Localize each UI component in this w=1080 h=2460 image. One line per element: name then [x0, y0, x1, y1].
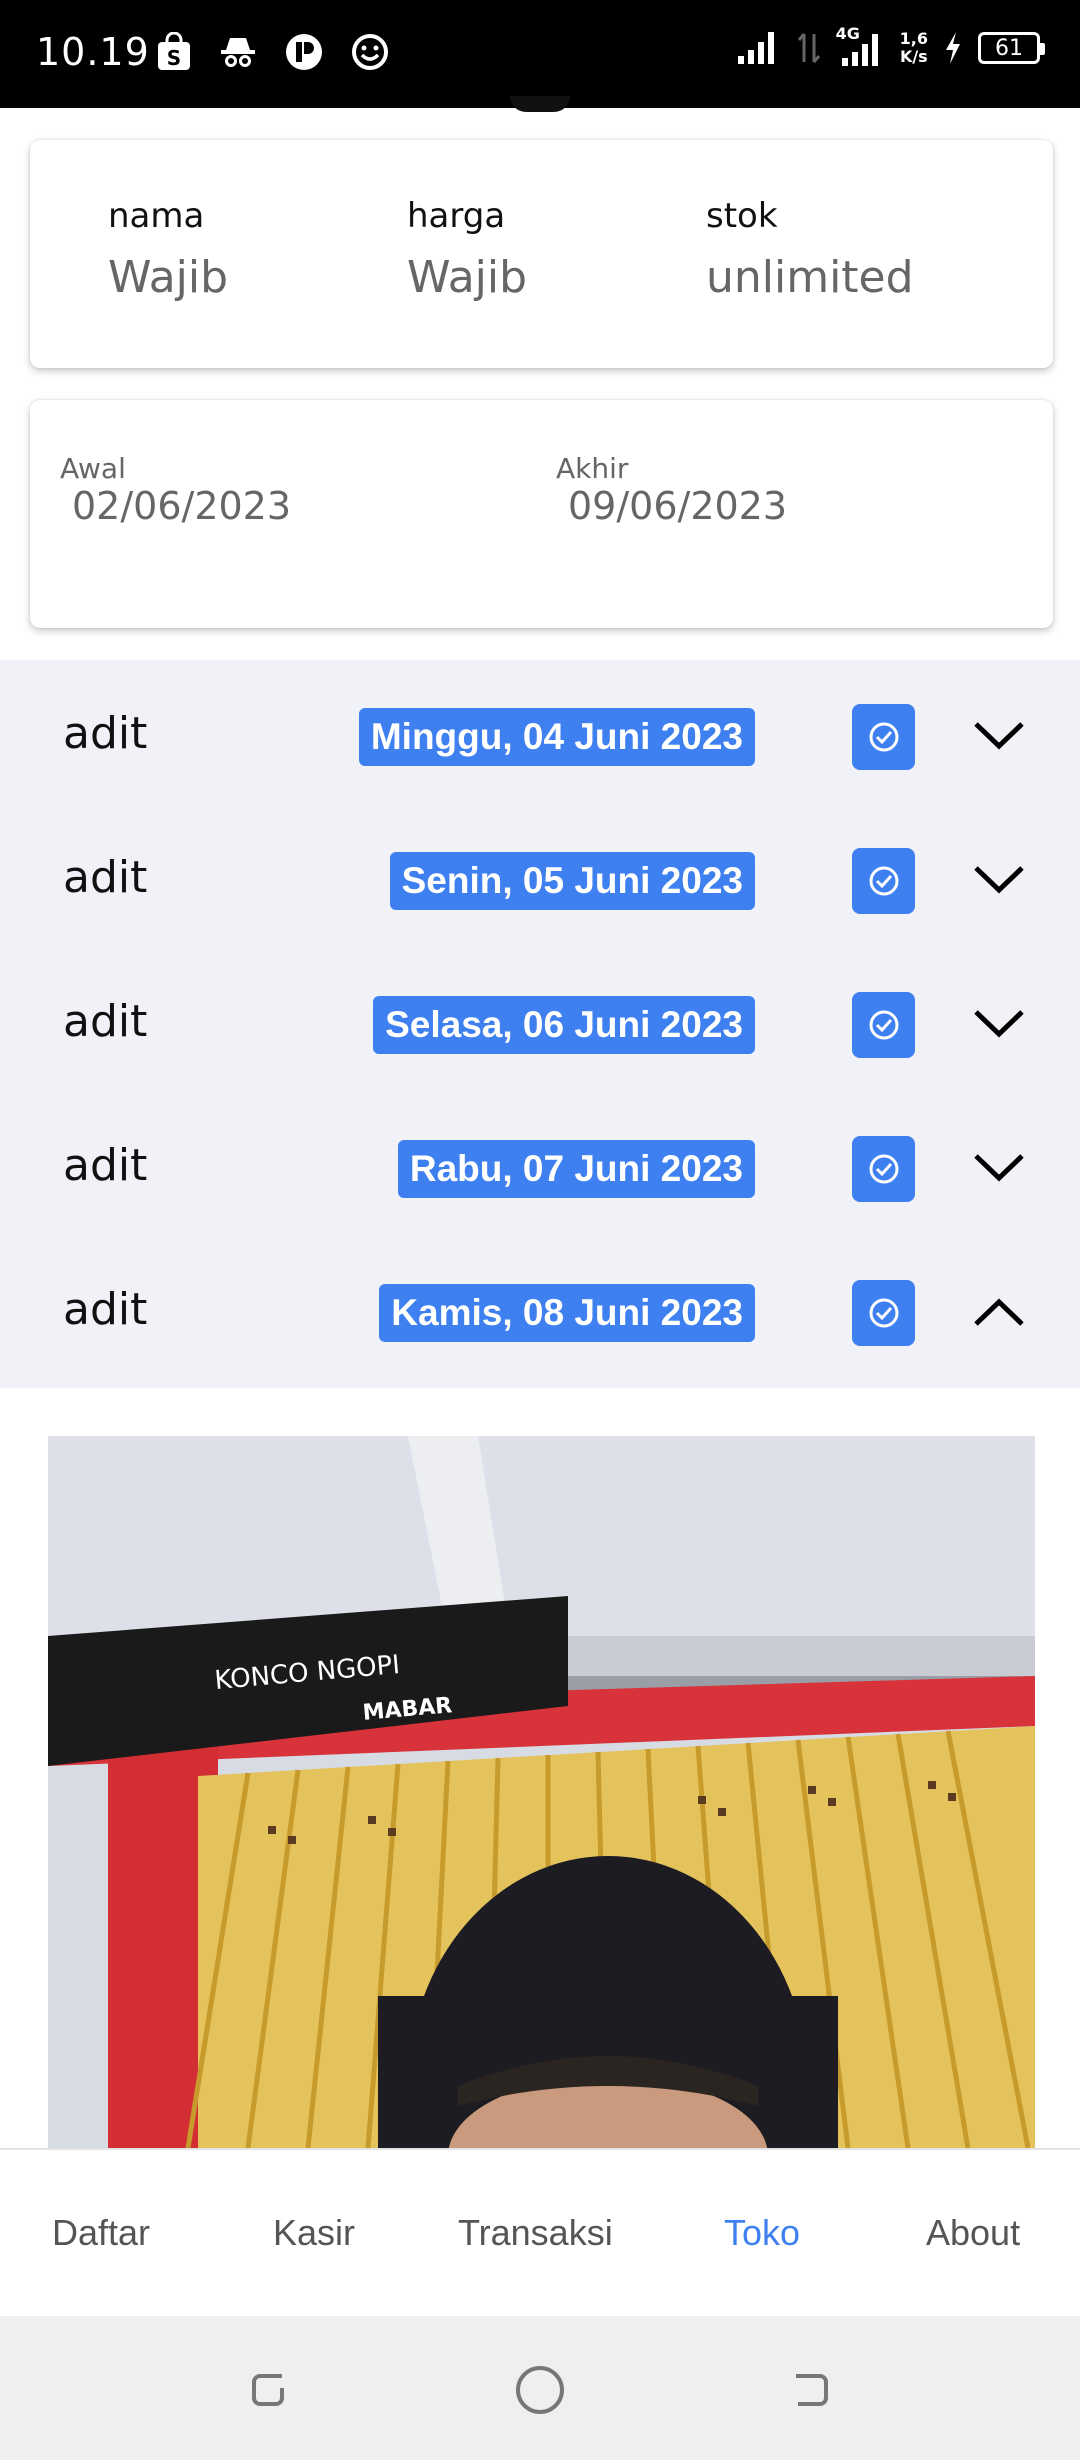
nav-kasir[interactable]: Kasir: [273, 2212, 355, 2254]
verify-button[interactable]: [852, 704, 915, 770]
chevron-down-icon[interactable]: [972, 1002, 1026, 1046]
name-label: nama: [108, 196, 205, 236]
chevron-down-icon[interactable]: [972, 714, 1026, 758]
network-speed-unit: K/s: [899, 47, 928, 66]
nav-about[interactable]: About: [926, 2212, 1020, 2254]
start-date-label: Awal: [60, 452, 126, 485]
date-range-card: Awal 02/06/2023 Akhir 09/06/2023: [30, 400, 1053, 628]
list-item-date-badge: Rabu, 07 Juni 2023: [397, 1140, 755, 1198]
verify-button[interactable]: [852, 992, 915, 1058]
signal-4g-icon: 4G: [836, 24, 886, 68]
nav-toko[interactable]: Toko: [724, 2212, 800, 2254]
nav-daftar[interactable]: Daftar: [52, 2212, 150, 2254]
list-item-date-badge: Selasa, 06 Juni 2023: [373, 996, 755, 1054]
end-date-field[interactable]: 09/06/2023: [568, 484, 787, 528]
list-item-name: adit: [63, 996, 148, 1047]
shopping-bag-icon: S: [158, 32, 190, 70]
chevron-up-icon[interactable]: [972, 1290, 1026, 1334]
name-value[interactable]: Wajib: [108, 252, 228, 303]
check-badge-icon: [869, 1010, 898, 1040]
list-item-name: adit: [63, 1140, 148, 1191]
stock-value[interactable]: unlimited: [706, 252, 914, 303]
nav-transaksi[interactable]: Transaksi: [458, 2212, 613, 2254]
list-item[interactable]: adit Rabu, 07 Juni 2023: [0, 1092, 1080, 1236]
signal-strength-icon: [737, 32, 774, 64]
list-item-name: adit: [63, 852, 148, 903]
network-speed: 1,6 K/s: [900, 30, 928, 66]
battery-indicator: 61: [978, 32, 1045, 64]
check-badge-icon: [869, 866, 898, 896]
list-item[interactable]: adit Kamis, 08 Juni 2023: [0, 1236, 1080, 1380]
list-item-date-badge: Kamis, 08 Juni 2023: [379, 1284, 755, 1342]
check-badge-icon: [869, 1154, 898, 1184]
check-badge-icon: [869, 722, 898, 752]
chevron-down-icon[interactable]: [972, 1146, 1026, 1190]
verify-button[interactable]: [852, 1280, 915, 1346]
charging-bolt-icon: [946, 32, 960, 64]
price-value[interactable]: Wajib: [407, 252, 527, 303]
verify-button[interactable]: [852, 1136, 915, 1202]
back-icon[interactable]: [786, 2366, 834, 2414]
list-item-name: adit: [63, 1284, 148, 1335]
attendance-photo: KONCO NGOPI MABAR: [48, 1436, 1035, 2148]
status-bar: 10.19 S 4G 1,6 K/s 61: [0, 0, 1080, 108]
attendance-list: adit Minggu, 04 Juni 2023 adit Senin, 05…: [0, 660, 1080, 1388]
incognito-icon: [221, 38, 255, 67]
smiley-icon: [352, 34, 388, 70]
data-transfer-icon: [797, 33, 820, 63]
end-date-label: Akhir: [556, 452, 629, 485]
start-date-field[interactable]: 02/06/2023: [72, 484, 291, 528]
check-badge-icon: [869, 1298, 898, 1328]
list-item-name: adit: [63, 708, 148, 759]
network-speed-value: 1,6: [899, 29, 928, 48]
chevron-down-icon[interactable]: [972, 858, 1026, 902]
list-item[interactable]: adit Minggu, 04 Juni 2023: [0, 660, 1080, 804]
list-item-date-badge: Minggu, 04 Juni 2023: [358, 708, 755, 766]
list-item-date-badge: Senin, 05 Juni 2023: [389, 852, 755, 910]
bottom-navigation: Daftar Kasir Transaksi Toko About: [0, 2148, 1080, 2316]
home-icon[interactable]: [514, 2364, 566, 2416]
verify-button[interactable]: [852, 848, 915, 914]
status-time: 10.19: [36, 30, 150, 74]
battery-level: 61: [995, 35, 1023, 61]
app-notification-icon: [286, 34, 322, 70]
scroll-handle: [510, 96, 570, 112]
svg-text:S: S: [167, 46, 181, 70]
stock-label: stok: [706, 196, 778, 236]
recent-apps-icon[interactable]: [246, 2366, 294, 2414]
list-item[interactable]: adit Selasa, 06 Juni 2023: [0, 948, 1080, 1092]
list-item[interactable]: adit Senin, 05 Juni 2023: [0, 804, 1080, 948]
product-info-card: nama Wajib harga Wajib stok unlimited: [30, 140, 1053, 368]
price-label: harga: [407, 196, 506, 236]
selfie-photo: KONCO NGOPI MABAR: [48, 1436, 1035, 2148]
system-navigation-bar: [0, 2316, 1080, 2460]
